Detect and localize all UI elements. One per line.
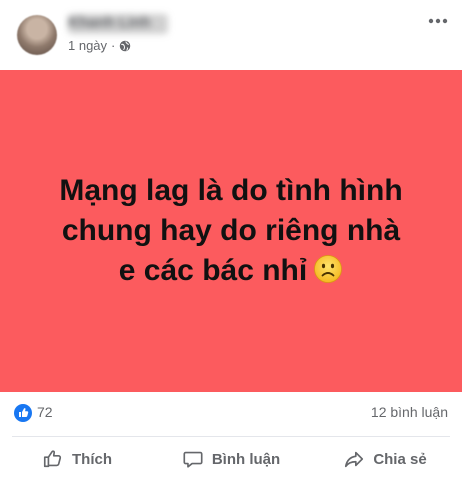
comment-count[interactable]: 12 bình luận (371, 404, 448, 420)
post-text-line-3-text: e các bác nhỉ (118, 254, 308, 287)
more-options-icon[interactable] (428, 16, 448, 26)
divider (12, 436, 450, 437)
post-header: Khanh Linh 1 ngày · (0, 0, 462, 70)
like-reaction-icon[interactable] (14, 404, 32, 422)
sad-face-emoji (314, 255, 343, 283)
post-actions: Thích Bình luận Chia sẻ (0, 438, 462, 480)
meta-separator: · (111, 38, 116, 53)
share-button-label: Chia sẻ (373, 450, 427, 468)
author-name[interactable]: Khanh Linh (68, 14, 168, 34)
post-text-line-1: Mạng lag là do tình hình (59, 174, 403, 207)
post-time[interactable]: 1 ngày (68, 38, 107, 53)
share-button[interactable]: Chia sẻ (308, 438, 462, 480)
post-text-line-2: chung hay do riêng nhà (61, 214, 401, 247)
post-background-card: Mạng lag là do tình hình chung hay do ri… (0, 70, 462, 392)
post-meta: 1 ngày · (68, 38, 131, 53)
post-text-line-3: e các bác nhỉ (21, 251, 441, 291)
comment-button[interactable]: Bình luận (154, 438, 308, 480)
like-count[interactable]: 72 (37, 404, 53, 420)
share-arrow-icon (345, 451, 364, 468)
globe-icon[interactable] (119, 40, 131, 52)
like-button[interactable]: Thích (0, 438, 154, 480)
like-button-label: Thích (72, 450, 112, 468)
comment-icon (183, 451, 203, 468)
avatar[interactable] (17, 15, 57, 55)
post-text: Mạng lag là do tình hình chung hay do ri… (21, 171, 441, 291)
reaction-stats: 72 12 bình luận (0, 392, 462, 432)
thumbs-up-icon (43, 450, 62, 468)
comment-button-label: Bình luận (211, 450, 281, 468)
